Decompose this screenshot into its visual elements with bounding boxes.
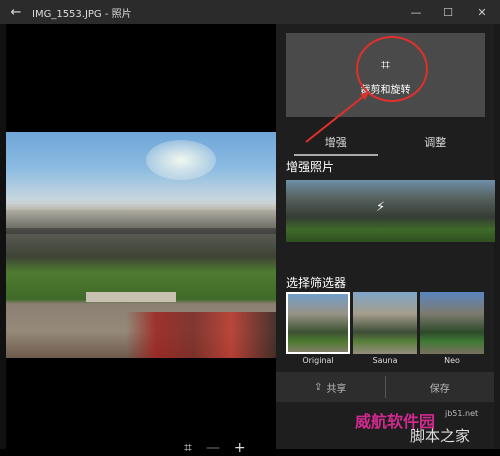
edit-panel: ⌗ 裁剪和旋转 增强 调整 增强照片 ⚡ 选择筛选器 Original Saun…	[276, 24, 495, 449]
enhance-title: 增强照片	[286, 160, 335, 174]
save-button[interactable]: 保存	[386, 372, 495, 402]
window-controls: — ☐ ✕	[400, 0, 500, 24]
filter-neo[interactable]: Neo	[420, 292, 484, 365]
photo-detail	[86, 292, 176, 302]
back-icon[interactable]: ←	[0, 5, 32, 20]
share-icon: ⇪	[314, 381, 323, 393]
sun-glare	[146, 140, 216, 180]
crowd	[126, 312, 276, 358]
zoom-controls: ⌗ — +	[184, 440, 246, 456]
title-bar: ← IMG_1553.JPG - 照片 — ☐ ✕	[0, 0, 500, 24]
tab-adjust[interactable]: 调整	[386, 124, 486, 160]
filter-label: Sauna	[372, 356, 398, 365]
save-label: 保存	[429, 383, 450, 395]
action-bar: ⇪ 共享 保存	[276, 372, 494, 402]
photo-viewer: ⌗ — +	[6, 24, 276, 456]
filter-label: Neo	[444, 356, 460, 365]
watermark-alt: 脚本之家	[410, 427, 471, 445]
filter-thumbnail	[353, 292, 417, 354]
filter-title: 选择筛选器	[286, 276, 347, 290]
watermark-url: jb51.net	[445, 409, 479, 418]
filter-list: Original Sauna Neo	[286, 292, 498, 365]
minimize-button[interactable]: —	[400, 0, 432, 24]
filter-original[interactable]: Original	[286, 292, 350, 365]
edit-tabs: 增强 调整	[286, 124, 485, 160]
filter-label: Original	[302, 356, 334, 365]
share-button[interactable]: ⇪ 共享	[276, 372, 385, 402]
filter-thumbnail	[286, 292, 350, 354]
enhance-photo-thumbnail[interactable]: ⚡	[286, 180, 495, 242]
window-title: IMG_1553.JPG - 照片	[32, 8, 132, 20]
tab-enhance[interactable]: 增强	[286, 124, 386, 160]
maximize-button[interactable]: ☐	[432, 0, 464, 24]
filter-sauna[interactable]: Sauna	[353, 292, 417, 365]
fit-to-screen-icon[interactable]: ⌗	[184, 440, 192, 456]
zoom-out-button[interactable]: —	[206, 440, 220, 456]
share-label: 共享	[326, 383, 347, 395]
filter-thumbnail	[420, 292, 484, 354]
photo-detail	[6, 202, 276, 210]
magic-wand-icon: ⚡	[376, 200, 386, 215]
photo-detail	[6, 228, 276, 234]
stadium-photo	[6, 132, 276, 358]
close-button[interactable]: ✕	[464, 0, 500, 24]
zoom-in-button[interactable]: +	[234, 440, 246, 456]
